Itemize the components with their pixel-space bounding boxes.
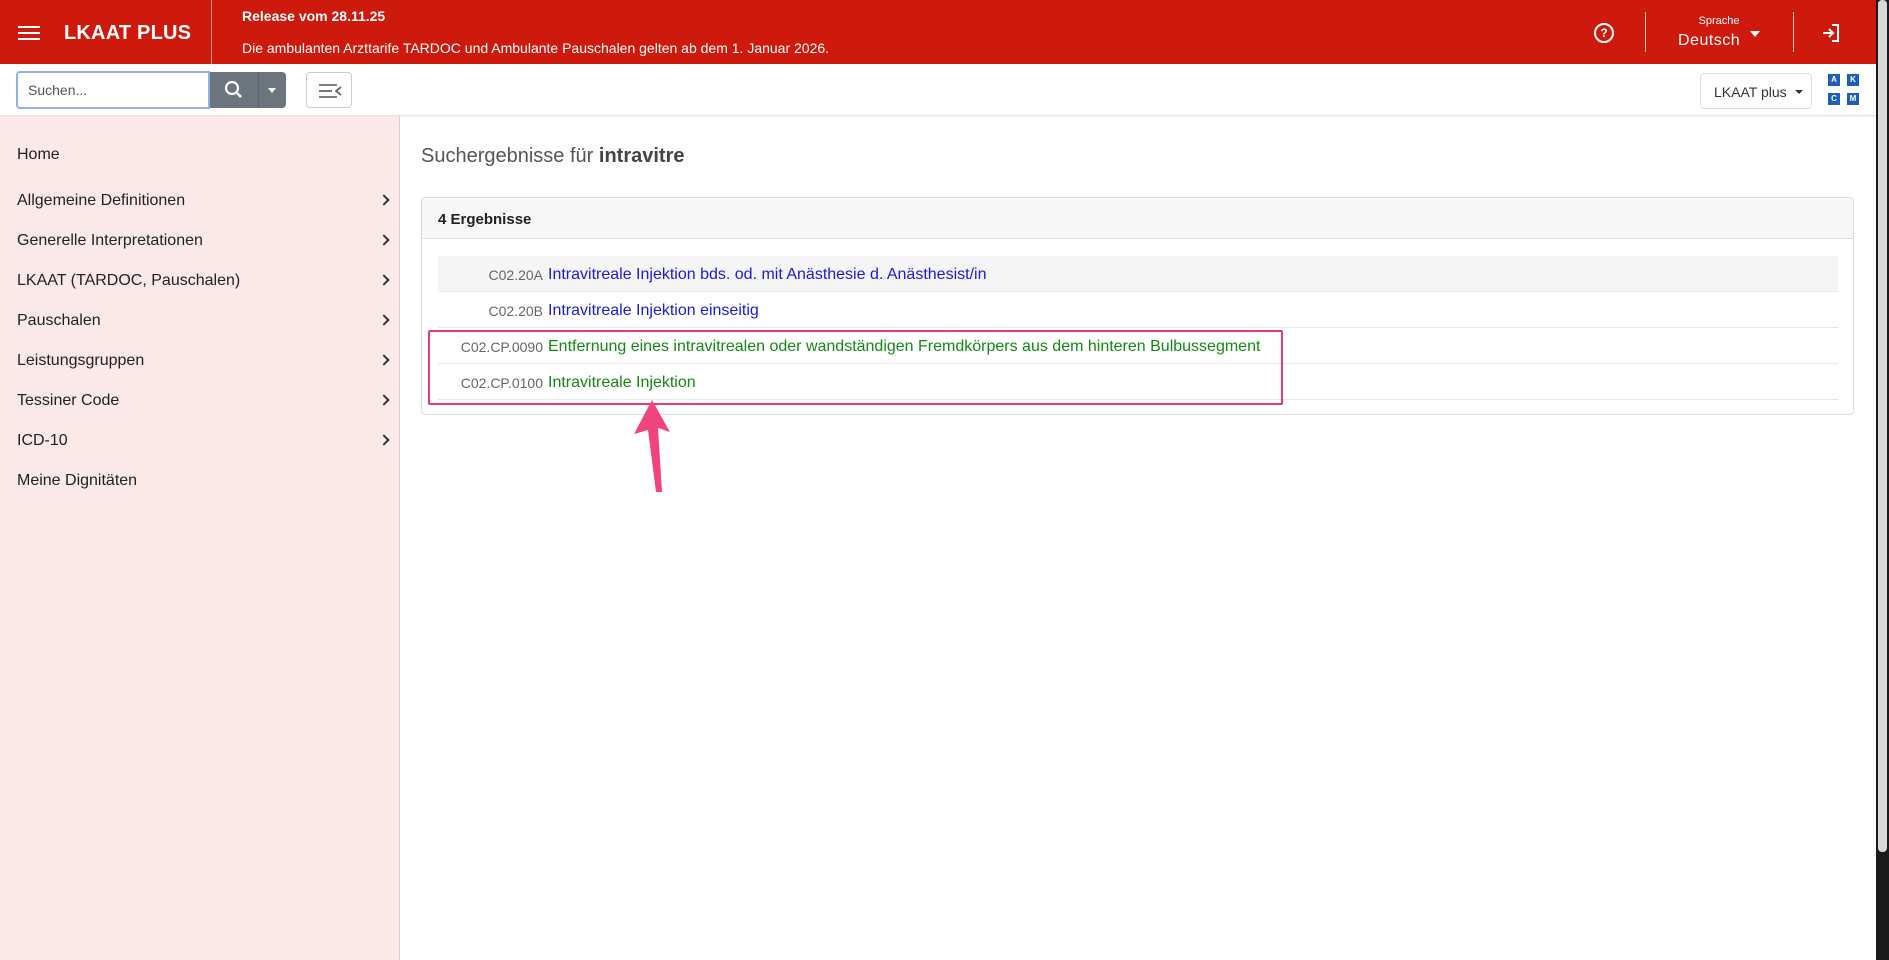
help-icon[interactable]: ? — [1594, 23, 1614, 43]
chevron-right-icon — [378, 354, 390, 366]
catalog-dropdown-label: LKAAT plus — [1714, 84, 1787, 100]
login-icon[interactable] — [1820, 22, 1842, 44]
top-header: LKAAT PLUS Release vom 28.11.25 Die ambu… — [0, 0, 1876, 64]
result-link[interactable]: Intravitreale Injektion bds. od. mit Anä… — [548, 266, 986, 284]
sidebar-item-pauschalen[interactable]: Pauschalen — [0, 301, 400, 341]
catalog-dropdown[interactable]: LKAAT plus — [1700, 73, 1812, 109]
sidebar-item-label: Leistungsgruppen — [17, 352, 145, 369]
sidebar-item-label: Generelle Interpretationen — [17, 232, 203, 249]
result-link[interactable]: Intravitreale Injektion einseitig — [548, 302, 759, 320]
search-button[interactable] — [210, 72, 259, 108]
sidebar-item-label: LKAAT (TARDOC, Pauschalen) — [17, 272, 241, 289]
search-icon — [224, 80, 242, 98]
sidebar-item-lkaat[interactable]: LKAAT (TARDOC, Pauschalen) — [0, 261, 400, 301]
sidebar-item-label: ICD-10 — [17, 432, 68, 449]
scrollbar-thumb[interactable] — [1878, 0, 1887, 852]
chevron-right-icon — [378, 234, 390, 246]
collapse-sidebar-button[interactable] — [306, 72, 352, 108]
result-row[interactable]: C02.20A Intravitreale Injektion bds. od.… — [438, 256, 1838, 292]
chevron-right-icon — [378, 394, 390, 406]
collapse-menu-icon — [319, 84, 342, 98]
sidebar-item-label: Pauschalen — [17, 312, 101, 329]
search-options-dropdown[interactable] — [259, 72, 286, 108]
sidebar-item-allgemeine-definitionen[interactable]: Allgemeine Definitionen — [0, 181, 400, 221]
akcm-letter: K — [1847, 74, 1859, 86]
chevron-right-icon — [378, 434, 390, 446]
chevron-right-icon — [378, 314, 390, 326]
akcm-letter: A — [1828, 74, 1840, 86]
language-label: Sprache — [1698, 15, 1740, 27]
caret-down-icon — [268, 88, 276, 93]
sidebar-item-tessiner-code[interactable]: Tessiner Code — [0, 381, 400, 421]
sidebar-item-label: Meine Dignitäten — [17, 472, 138, 489]
akcm-letter: M — [1847, 93, 1859, 105]
result-code: C02.20A — [488, 267, 543, 283]
chevron-right-icon — [378, 274, 390, 286]
search-query: intravitre — [598, 145, 685, 167]
sidebar-item-home[interactable]: Home — [0, 135, 400, 175]
brand-title[interactable]: LKAAT PLUS — [64, 22, 191, 45]
caret-down-icon[interactable] — [1750, 31, 1760, 37]
akcm-letter: C — [1828, 93, 1840, 105]
sidebar-item-meine-dignitaeten[interactable]: Meine Dignitäten — [0, 461, 400, 501]
results-count: 4 Ergebnisse — [422, 198, 1853, 239]
page-title-prefix: Suchergebnisse für — [421, 145, 594, 167]
release-title: Release vom 28.11.25 — [242, 8, 386, 24]
result-row[interactable]: C02.20B Intravitreale Injektion einseiti… — [438, 292, 1838, 328]
release-notice: Die ambulanten Arzttarife TARDOC und Amb… — [242, 40, 830, 56]
sidebar: Home Allgemeine Definitionen Generelle I… — [0, 116, 400, 960]
chevron-right-icon — [378, 194, 390, 206]
search-input[interactable] — [16, 71, 210, 109]
sidebar-item-generelle-interpretationen[interactable]: Generelle Interpretationen — [0, 221, 400, 261]
header-divider — [1645, 12, 1646, 52]
akcm-logo[interactable]: A K C M — [1828, 74, 1860, 106]
header-divider — [211, 0, 212, 64]
sidebar-item-label: Tessiner Code — [17, 392, 120, 409]
annotation-arrow-icon — [634, 400, 670, 492]
page-title: Suchergebnisse für intravitre — [421, 145, 684, 168]
annotation-highlight-box — [428, 330, 1283, 405]
sidebar-item-leistungsgruppen[interactable]: Leistungsgruppen — [0, 341, 400, 381]
sidebar-item-label: Allgemeine Definitionen — [17, 192, 186, 209]
sidebar-item-icd-10[interactable]: ICD-10 — [0, 421, 400, 461]
app-window: LKAAT PLUS Release vom 28.11.25 Die ambu… — [0, 0, 1876, 960]
header-divider — [1793, 12, 1794, 52]
language-value[interactable]: Deutsch — [1678, 32, 1740, 50]
sidebar-item-label: Home — [17, 146, 60, 163]
caret-down-icon — [1795, 90, 1803, 94]
result-code: C02.20B — [488, 303, 543, 319]
toolbar: LKAAT plus A K C M — [0, 64, 1876, 116]
hamburger-menu-icon[interactable] — [18, 26, 40, 42]
